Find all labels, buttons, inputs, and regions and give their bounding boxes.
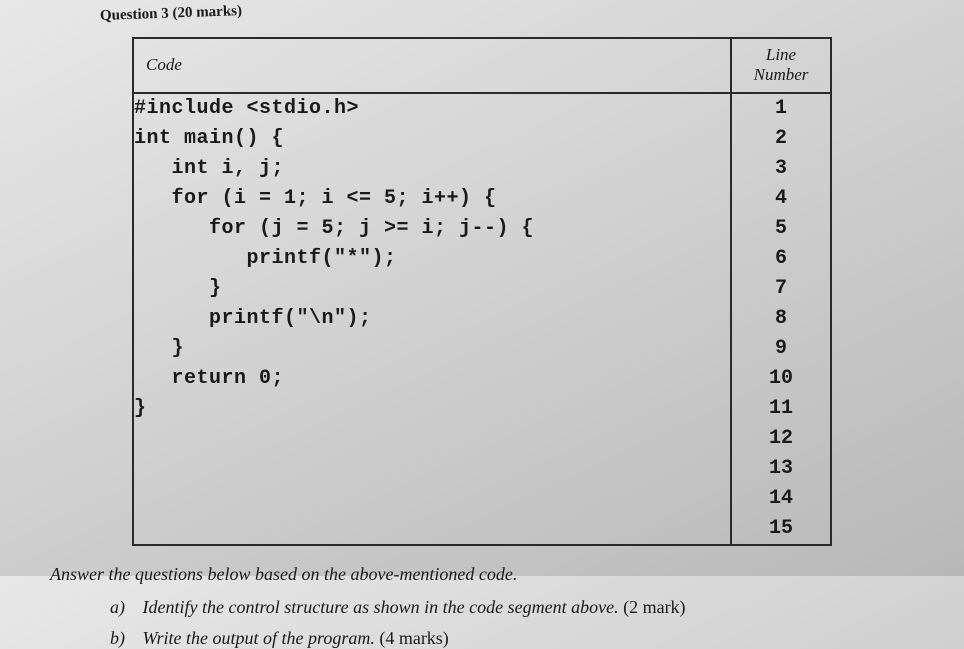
- question-a: a) Identify the control structure as sho…: [110, 597, 924, 618]
- code-column-header: Code: [133, 38, 731, 93]
- line-number: 13: [732, 454, 830, 484]
- code-cell: #include <stdio.h>int main() { int i, j;…: [133, 93, 731, 545]
- code-line: }: [134, 274, 730, 304]
- question-text: Write the output of the program.: [143, 628, 375, 648]
- line-number: 6: [732, 244, 830, 274]
- line-header-line1: Line: [766, 45, 796, 64]
- line-number: 8: [732, 304, 830, 334]
- instructions-text: Answer the questions below based on the …: [50, 564, 924, 585]
- line-number: 1: [732, 94, 830, 124]
- line-number: 3: [732, 154, 830, 184]
- line-number-cell: 123456789101112131415: [731, 93, 831, 545]
- code-line: for (j = 5; j >= i; j--) {: [134, 214, 730, 244]
- question-header: Question 3 (20 marks): [100, 0, 924, 25]
- line-number-column-header: Line Number: [731, 38, 831, 93]
- question-b: b) Write the output of the program. (4 m…: [110, 628, 924, 649]
- code-line: printf("\n");: [134, 304, 730, 334]
- line-number: 15: [732, 514, 830, 544]
- code-line: int i, j;: [134, 154, 730, 184]
- question-label: a): [110, 597, 138, 618]
- line-number: 14: [732, 484, 830, 514]
- code-line: #include <stdio.h>: [134, 94, 730, 124]
- code-line: int main() {: [134, 124, 730, 154]
- code-table: Code Line Number #include <stdio.h>int m…: [132, 37, 832, 546]
- code-line: return 0;: [134, 364, 730, 394]
- table-header-row: Code Line Number: [133, 38, 831, 93]
- table-body-row: #include <stdio.h>int main() { int i, j;…: [133, 93, 831, 545]
- code-line: for (i = 1; i <= 5; i++) {: [134, 184, 730, 214]
- line-header-line2: Number: [754, 65, 809, 84]
- line-number: 7: [732, 274, 830, 304]
- line-number: 12: [732, 424, 830, 454]
- code-line: printf("*");: [134, 244, 730, 274]
- line-number: 5: [732, 214, 830, 244]
- question-text: Identify the control structure as shown …: [143, 597, 619, 617]
- line-number: 11: [732, 394, 830, 424]
- line-number: 2: [732, 124, 830, 154]
- code-line: }: [134, 334, 730, 364]
- line-number: 4: [732, 184, 830, 214]
- line-number: 10: [732, 364, 830, 394]
- line-number: 9: [732, 334, 830, 364]
- question-marks: (2 mark): [623, 597, 685, 617]
- code-line: }: [134, 394, 730, 424]
- question-label: b): [110, 628, 138, 649]
- question-marks: (4 marks): [379, 628, 448, 648]
